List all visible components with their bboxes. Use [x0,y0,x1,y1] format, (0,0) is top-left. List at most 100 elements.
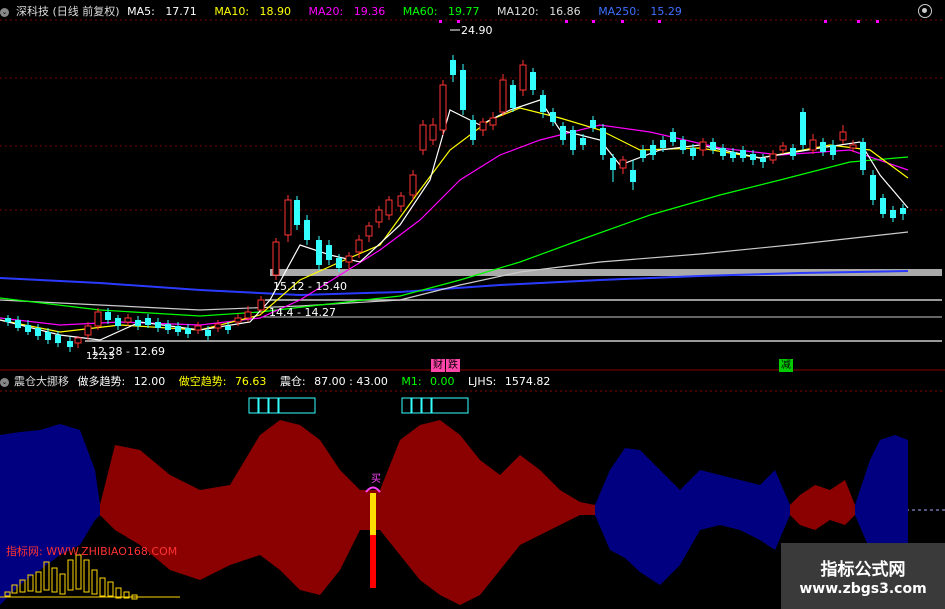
long-trend-label: 做多趋势: 12.00 [77,375,166,388]
ljhs-label: LJHS: 1574.82 [468,375,551,388]
settings-icon[interactable] [918,4,932,18]
bull-band [100,420,595,605]
candle-body [450,60,456,75]
candle-body [294,200,300,225]
candle-body [489,117,497,126]
candle-body [660,140,666,148]
candle-body [257,299,265,311]
stock-title: 深科技 (日线 前复权) [16,5,120,18]
indicator-collapse-icon[interactable]: ⌄ [0,377,9,387]
price-chart[interactable] [0,0,945,609]
m1-label: M1: 0.00 [401,375,455,388]
ma20-label: MA20: 19.36 [308,5,386,18]
candle-body [124,317,132,323]
candle-body [304,220,310,240]
event-tag-reduce[interactable]: 减 [779,359,793,372]
candle-body [880,198,886,214]
candle-body [790,148,796,156]
volume-bar [35,571,42,593]
marker-dot [457,20,460,23]
range-label-1: 15.12 - 15.40 [273,280,347,293]
candle-body [779,145,787,151]
candle-body [419,124,427,151]
candle-body [35,328,41,336]
cyan-box-marker [401,397,412,414]
marker-dot [824,20,827,23]
volume-bar [75,554,82,590]
candle-body [135,320,141,326]
marker-dot [876,20,879,23]
cyan-box-marker [278,397,316,414]
candle-body [5,318,11,322]
candle-body [809,139,817,151]
candle-body [590,120,596,128]
candle-body [870,175,876,200]
ma60-label: MA60: 19.77 [402,5,480,18]
candle-body [375,209,383,223]
candle-body [105,312,111,320]
collapse-icon[interactable]: ⌄ [0,7,9,17]
cyan-box-marker [431,397,469,414]
marker-dot [565,20,568,23]
indicator-legend: ⌄ 震仓大挪移 做多趋势: 12.00 做空趋势: 76.63 震仓: 87.00… [0,373,560,389]
candle-body [849,144,857,149]
candle-body [640,150,646,158]
candle-body [385,199,393,216]
candle-body [769,153,777,161]
ma10-line [0,107,909,333]
candle-body [510,85,516,108]
candle-body [194,325,202,331]
volume-bar [59,573,66,595]
candle-body [760,158,766,162]
candle-body [115,318,121,326]
candle-body [175,326,181,332]
candle-body [439,84,447,131]
candle-body [690,148,696,156]
candle-body [145,318,151,325]
event-tag-drop[interactable]: 跌 [446,359,460,372]
candle-body [244,311,252,319]
range-label-2: 14.4 - 14.27 [269,306,336,319]
candle-body [84,325,92,336]
candle-body [550,112,556,122]
candle-body [45,332,51,340]
candle-body [74,337,82,344]
cyan-box-marker [268,397,279,414]
candle-body [429,124,437,141]
candle-body [214,323,222,329]
candle-body [185,328,191,334]
candle-body [519,64,527,91]
candle-body [409,174,417,196]
candle-body [345,255,353,263]
ma10-label: MA10: 18.90 [214,5,292,18]
candle-body [460,70,466,110]
candle-body [225,326,231,330]
candle-body [720,148,726,156]
ma120-label: MA120: 16.86 [496,5,581,18]
high-price-label: 24.90 [461,24,493,37]
marker-dot [621,20,624,23]
candle-body [610,158,616,170]
marker-dot [592,20,595,23]
brand-title: 指标公式网 [820,560,906,580]
buy-signal-bar-lower [370,535,376,588]
candle-body [820,142,826,152]
candle-body [800,112,806,145]
candle-body [619,159,627,169]
buy-signal-bar-upper [370,493,376,535]
candle-body [860,142,866,170]
marker-dot [857,20,860,23]
candle-body [397,195,405,207]
bear-band [595,448,790,585]
buy-signal-label: 买 [371,474,381,485]
volume-bar [51,567,58,593]
short-trend-label: 做空趋势: 76.63 [178,375,267,388]
candle-body [830,145,836,155]
candle-body [530,72,536,90]
volume-bar [83,559,90,593]
watermark-text: 指标网: WWW.ZHIBIAO168.COM [6,545,178,558]
cyan-box-marker [258,397,269,414]
candle-body [740,150,746,158]
event-tag-finance[interactable]: 财 [431,359,445,372]
cyan-box-marker [411,397,422,414]
